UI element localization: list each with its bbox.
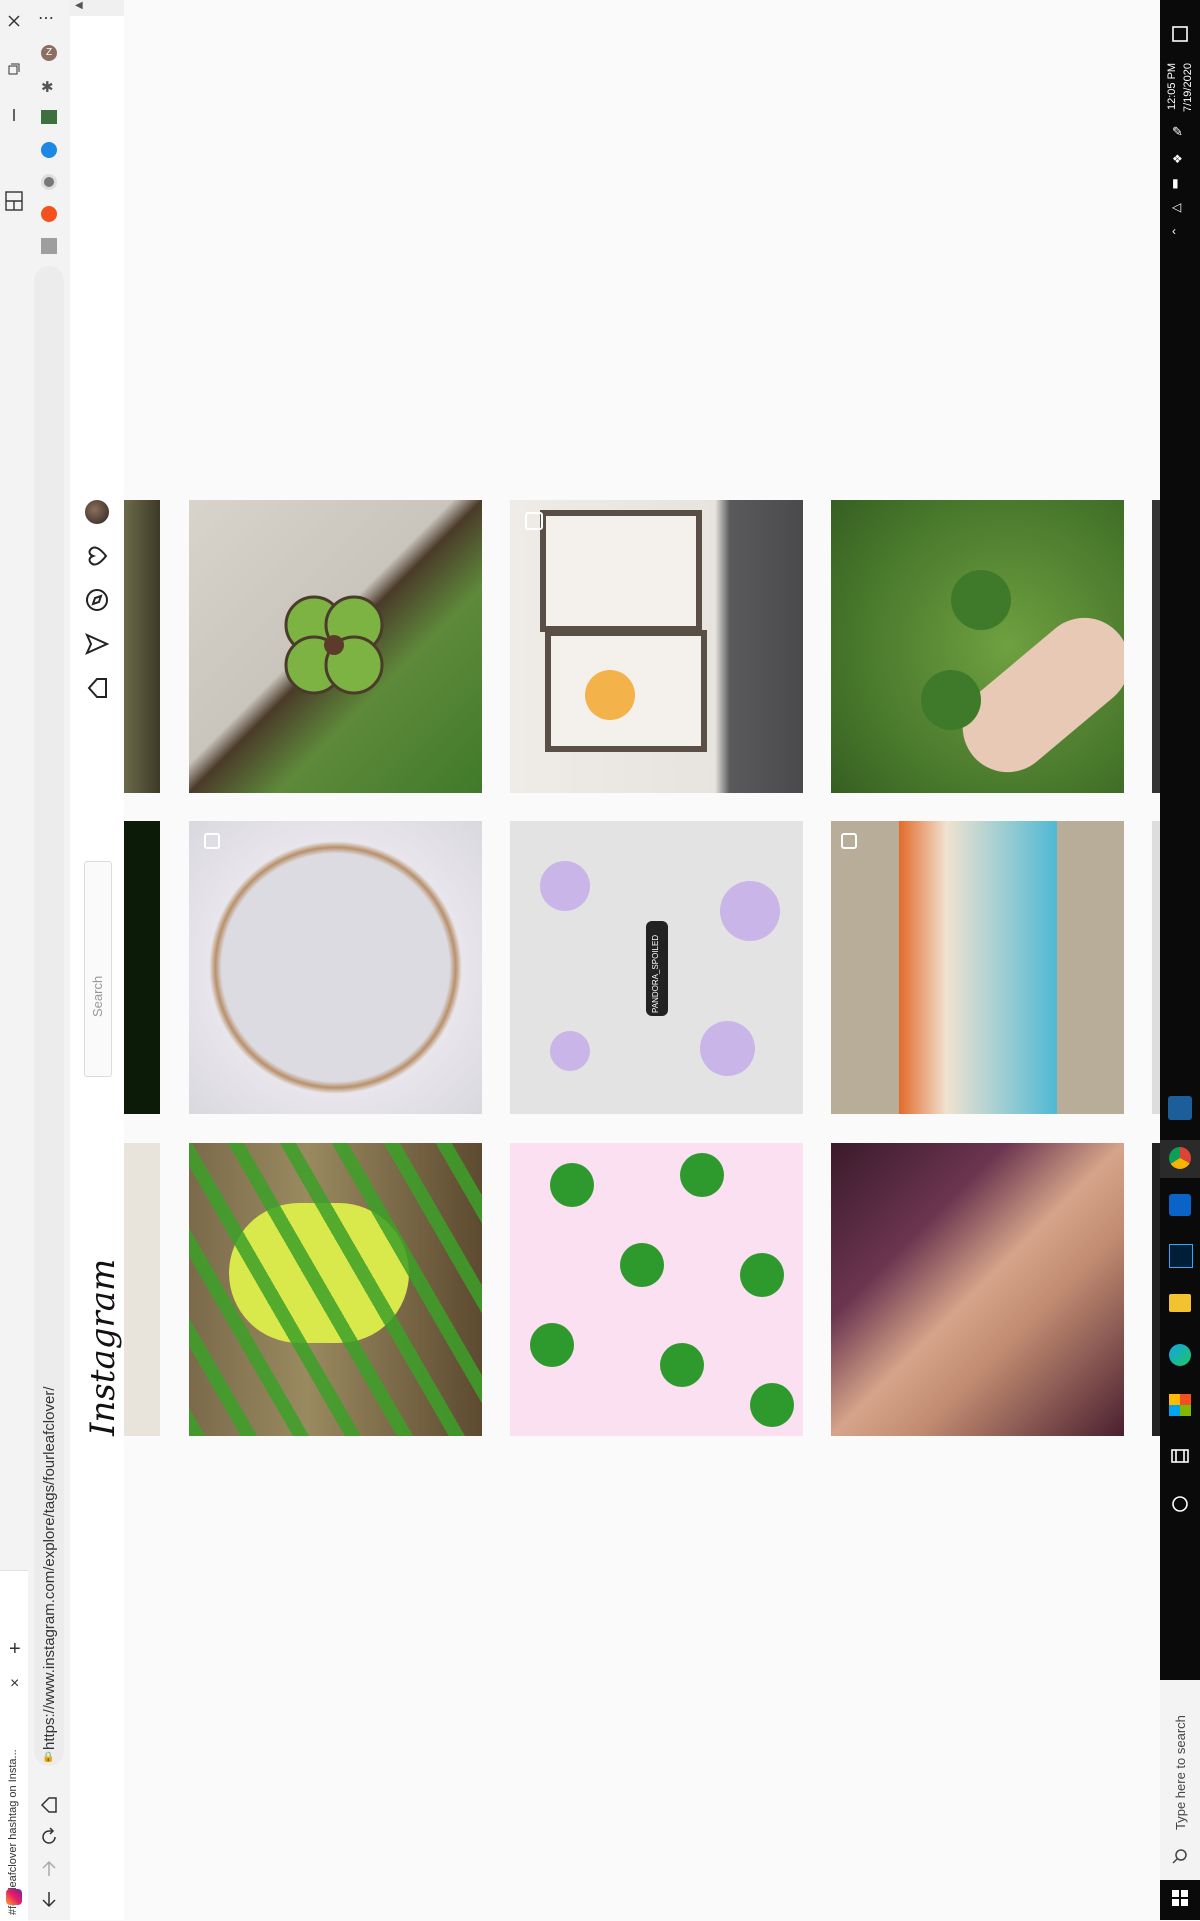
clover [680, 1153, 724, 1197]
store-icon[interactable] [1169, 1394, 1191, 1416]
instagram-header: Instagram Search [70, 16, 125, 1920]
post-partial[interactable] [1152, 1143, 1160, 1436]
app-settings-icon[interactable] [1168, 1096, 1192, 1120]
windows-taskbar: 12:05 PM 7/19/2020 ✎ ❖ ▮ ◁ ‹ Type here t… [1160, 0, 1200, 1920]
instagram-logo[interactable]: Instagram [83, 1259, 123, 1436]
post-group-tags[interactable] [831, 821, 1124, 1114]
clover [951, 570, 1011, 630]
browser-toolbar: ⋯ Z ✱ https://www.instagram.com/explore/… [28, 0, 71, 1920]
cortana-icon[interactable] [1170, 1494, 1190, 1514]
post-man-in-plants[interactable] [189, 1143, 482, 1436]
extension-orange-icon[interactable] [41, 206, 57, 222]
pandora-text: PANDORA_SPOILED [651, 934, 660, 1013]
lock-icon[interactable]: 🔒 [42, 1752, 54, 1763]
volume-icon[interactable]: ◁ [1172, 200, 1181, 214]
activity-icon[interactable] [84, 543, 110, 569]
photoshop-icon[interactable] [1169, 1244, 1193, 1268]
group-photo [899, 821, 1057, 1114]
frame [540, 510, 702, 632]
window-controls: #fourleafclover hashtag on Insta... × + [0, 0, 28, 1921]
restore-window-icon[interactable] [7, 62, 21, 76]
post-pandora-graphic[interactable]: PANDORA_SPOILED [510, 821, 803, 1114]
profile-avatar-icon[interactable]: Z [41, 45, 57, 61]
clock-date[interactable]: 7/19/2020 [1182, 63, 1194, 112]
dot [720, 881, 780, 941]
extension-blue-icon[interactable] [41, 142, 57, 158]
multi-post-icon [841, 833, 857, 849]
extensions-icon[interactable]: ✱ [41, 78, 54, 96]
extension-circle-icon[interactable] [41, 174, 57, 190]
post-framed-art[interactable] [510, 500, 803, 793]
clover [620, 1243, 664, 1287]
notifications-icon[interactable] [1170, 24, 1190, 44]
scroll-left-arrow[interactable]: ◀ [75, 0, 83, 11]
forward-icon[interactable] [38, 1858, 60, 1880]
dropbox-icon[interactable]: ❖ [1172, 152, 1183, 166]
search-placeholder: Search [90, 975, 105, 1017]
taskbar-search-box[interactable]: Type here to search [1160, 1680, 1200, 1880]
battery-icon[interactable]: ▮ [1172, 176, 1179, 190]
search-input[interactable]: Search [84, 861, 112, 1077]
art-circle [585, 670, 635, 720]
tab-close-button[interactable]: × [10, 1675, 19, 1693]
post-partial[interactable] [124, 500, 160, 793]
search-icon [1172, 1849, 1187, 1864]
post-partial[interactable] [124, 821, 160, 1114]
url-text[interactable]: https://www.instagram.com/explore/tags/f… [41, 1387, 58, 1751]
pen-icon[interactable]: ✎ [1172, 124, 1183, 140]
taskbar-search-placeholder: Type here to search [1173, 1715, 1188, 1830]
clover [921, 670, 981, 730]
show-hidden-icons[interactable]: ‹ [1172, 224, 1176, 238]
post-partial[interactable] [124, 1143, 160, 1436]
clover [550, 1163, 594, 1207]
explore-icon[interactable] [84, 587, 110, 613]
back-icon[interactable] [38, 1888, 60, 1910]
sidebar-toggle-icon[interactable] [4, 190, 24, 212]
post-clover-plant[interactable] [189, 500, 482, 793]
close-window-icon[interactable] [7, 14, 21, 28]
extension-grey-icon[interactable] [41, 238, 57, 254]
home-button-icon[interactable] [38, 1794, 60, 1816]
chrome-icon [1169, 1147, 1191, 1169]
pandora-label: PANDORA_SPOILED [646, 921, 668, 1016]
post-clover-pattern[interactable] [510, 1143, 803, 1436]
direct-icon[interactable] [84, 631, 110, 657]
instagram-favicon-icon [6, 1889, 22, 1905]
clover [750, 1383, 794, 1427]
explore-grid: PANDORA_SPOILED [124, 0, 1160, 1920]
clover-image [284, 595, 384, 695]
reload-icon[interactable] [38, 1826, 60, 1848]
minimize-window-icon[interactable] [7, 108, 21, 122]
post-woman-portrait[interactable] [831, 1143, 1124, 1436]
clover [740, 1253, 784, 1297]
clock-time[interactable]: 12:05 PM [1166, 63, 1178, 110]
new-tab-button[interactable]: + [9, 1638, 21, 1661]
dot [550, 1031, 590, 1071]
leaves [189, 1143, 482, 1436]
windows-start-icon[interactable] [1170, 1888, 1190, 1908]
home-icon[interactable] [84, 675, 110, 701]
outlook-icon[interactable] [1169, 1194, 1191, 1216]
post-partial[interactable] [1152, 500, 1160, 793]
edge-icon[interactable] [1169, 1344, 1191, 1366]
taskbar-chrome-active[interactable] [1160, 1140, 1200, 1178]
more-menu-icon[interactable]: ⋯ [38, 8, 54, 28]
multi-post-icon [525, 512, 543, 530]
file-explorer-icon[interactable] [1169, 1294, 1191, 1312]
post-hand-clovers[interactable] [831, 500, 1124, 793]
profile-avatar[interactable] [85, 500, 109, 524]
post-partial[interactable] [1152, 821, 1160, 1114]
clover [660, 1343, 704, 1387]
extension-image-icon[interactable] [41, 110, 57, 124]
task-view-icon[interactable] [1170, 1446, 1190, 1466]
dot [540, 861, 590, 911]
dot [700, 1021, 755, 1076]
multi-post-icon [204, 833, 220, 849]
post-ceramic-plate[interactable] [189, 821, 482, 1114]
clover [530, 1323, 574, 1367]
